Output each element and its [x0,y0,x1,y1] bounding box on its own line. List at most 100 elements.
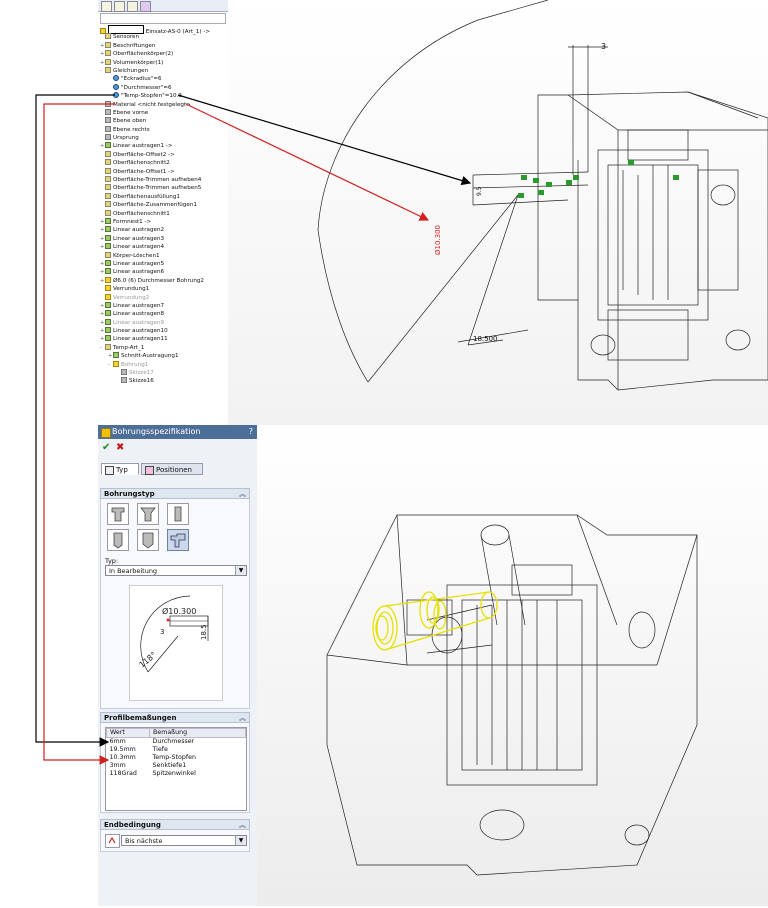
hole-wizard-icon [101,428,111,438]
tree-item[interactable]: Oberflächenschnitt2 [98,159,228,167]
graphics-area-bottom[interactable] [257,425,768,906]
tree-item[interactable]: Oberfläche-Offset2 -> [98,150,228,159]
tab-typ[interactable]: Typ [101,463,139,475]
tree-item[interactable]: Oberflächenausfüllung1 [98,192,228,201]
reverse-direction-button[interactable] [105,834,120,848]
profile-dims-group-header[interactable]: Profilbemaßungen ︽ [100,712,250,723]
tab-positionen-label: Positionen [156,466,192,474]
tree-item[interactable]: + Linear austragen4 [98,243,228,251]
tree-item[interactable]: "Durchmesser"=6 [98,83,228,92]
pipe-tap-button[interactable] [137,529,159,551]
dimxpert-tab-icon[interactable] [140,1,151,12]
dim-10300-label[interactable]: Ø10.300 [434,225,442,255]
tapped-hole-button[interactable] [107,529,129,551]
ok-button[interactable]: ✔ [102,442,110,453]
tree-item[interactable]: + Linear austragen7 [98,301,228,310]
simple-hole-button[interactable] [167,503,189,525]
configuration-manager-tab-icon[interactable] [127,1,138,12]
dim-9-5-label[interactable]: 9.5 [476,186,483,196]
surface-offset-icon [105,150,111,157]
extrude-icon [105,259,111,266]
table-row[interactable]: 118Grad Spitzenwinkel [107,770,246,778]
tree-item[interactable]: Ursprung [98,134,228,142]
tree-item[interactable]: Oberfläche-Zusammenfügen1 [98,201,228,209]
dim-name-cell[interactable]: Durchmesser [150,738,246,747]
tree-item[interactable]: + Linear austragen9 [98,318,228,327]
dim-value-cell[interactable]: 3mm [107,762,150,770]
tree-item[interactable]: Ebene vorne [98,108,228,117]
dim-value-cell[interactable]: 6mm [107,738,150,747]
tree-item[interactable]: + Schnitt-Austragung1 [98,352,228,360]
tree-item[interactable]: + Formnest1 -> [98,217,228,226]
extrude-icon [105,310,111,317]
dim-name-cell[interactable]: Senktiefe1 [150,762,246,770]
tree-item[interactable]: "Temp-Stopfen"=10.3 [98,92,228,100]
help-button[interactable]: ? [249,425,253,439]
tree-root[interactable]: Einsatz-AS-0 (Art_1) -> [98,25,228,35]
tree-item[interactable]: + Volumenkörper(1) [98,58,228,67]
tree-item[interactable]: + Linear austragen5 [98,259,228,268]
dim-3-label[interactable]: 3 [601,42,606,51]
tree-item-label: "Eckradius"=6 [121,76,162,83]
tree-item[interactable]: + Linear austragen3 [98,234,228,243]
tree-item[interactable]: Verrundung1 [98,285,228,293]
col-bemassung[interactable]: Bemaßung [149,728,246,738]
property-manager-tab-icon[interactable] [114,1,125,12]
graphics-area-top[interactable]: 3 Ø10.300 9.5 18.500 [228,0,768,425]
tree-item[interactable]: + Linear austragen10 [98,327,228,335]
tree-filter-input[interactable] [100,13,226,24]
tree-item[interactable]: + Linear austragen8 [98,310,228,318]
tree-item[interactable]: Oberfläche-Offset1 -> [98,167,228,176]
tree-item[interactable]: + Linear austragen2 [98,226,228,234]
tree-item[interactable]: Oberflächenschnitt1 [98,209,228,218]
dim-18500-label[interactable]: 18.500 [473,335,498,343]
table-row[interactable]: 19.5mm Tiefe [107,746,246,754]
tree-item[interactable]: Verrundung2 [98,293,228,302]
dim-name-cell[interactable]: Temp-Stopfen [150,754,246,762]
tree-item[interactable]: - Bohrung1 [98,360,228,369]
hole-preview-image: Ø10.300 18.5 3 118° [129,585,223,701]
tree-item[interactable]: "Eckradius"=6 [98,75,228,83]
chevron-down-icon[interactable]: ▼ [235,836,246,845]
col-wert[interactable]: Wert [106,728,150,738]
tree-item[interactable]: Oberfläche-Trimmen aufheben5 [98,184,228,192]
counterbore-button[interactable] [107,503,129,525]
hole-type-group-header[interactable]: Bohrungstyp ︽ [100,488,250,499]
countersink-button[interactable] [137,503,159,525]
dim-value-cell[interactable]: 10.3mm [107,754,150,762]
tree-item[interactable]: Skizze17 [98,369,228,377]
tree-item[interactable]: + Ø6.0 (6) Durchmesser Bohrung2 [98,276,228,285]
tree-item[interactable]: Skizze16 [98,377,228,385]
tree-item[interactable]: + Oberflächenkörper(2) [98,50,228,58]
table-row[interactable]: 10.3mm Temp-Stopfen [107,754,246,762]
table-row[interactable]: 6mm Durchmesser [107,738,246,747]
tree-item-label: Ø6.0 (6) Durchmesser Bohrung2 [113,277,204,284]
tree-item[interactable]: Oberfläche-Trimmen aufheben4 [98,176,228,184]
end-condition-select[interactable]: Bis nächste ▼ [121,835,247,846]
feature-manager-tab-icon[interactable] [101,1,112,12]
legacy-hole-button[interactable] [167,529,189,551]
tree-item[interactable]: - Gleichungen [98,66,228,75]
tab-positionen[interactable]: Positionen [141,463,203,475]
table-row[interactable]: 3mm Senktiefe1 [107,762,246,770]
end-condition-group-header[interactable]: Endbedingung ︽ [100,819,250,830]
tree-item[interactable]: Ebene oben [98,117,228,125]
dim-name-cell[interactable]: Tiefe [150,746,246,754]
tree-item[interactable]: Sensoren [98,33,228,41]
chevron-down-icon[interactable]: ▼ [235,566,246,575]
tree-item[interactable]: + Linear austragen6 [98,268,228,276]
tree-item[interactable]: + Beschriftungen [98,41,228,50]
dim-value-cell[interactable]: 118Grad [107,770,150,778]
type-select[interactable]: In Bearbeitung ▼ [105,565,247,576]
tree-item[interactable]: - Temp-Art_1 [98,343,228,352]
cancel-button[interactable]: ✖ [116,442,124,453]
tree-item[interactable]: Ebene rechts [98,125,228,134]
tree-item[interactable]: + Linear austragen1 -> [98,142,228,150]
tree-item[interactable]: + Linear austragen11 [98,335,228,343]
tree-item[interactable]: Körper-Löschen1 [98,251,228,260]
tree-item[interactable]: Material <nicht festgelegt> [98,100,228,109]
dim-value-cell[interactable]: 19.5mm [107,746,150,754]
tree-item-label: Formnest1 -> [113,218,152,225]
tree-item-label: Ebene rechts [113,126,150,133]
dim-name-cell[interactable]: Spitzenwinkel [150,770,246,778]
